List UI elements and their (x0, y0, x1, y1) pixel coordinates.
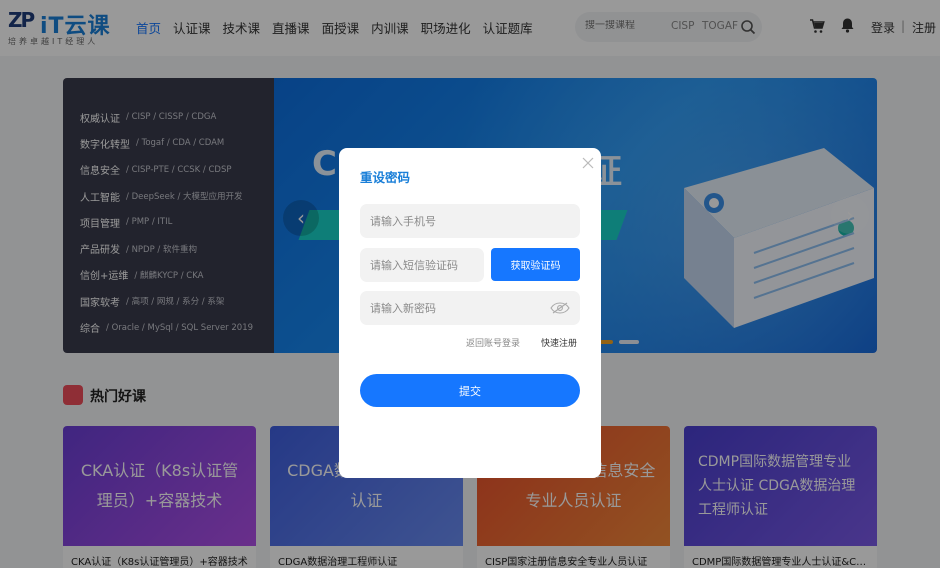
sms-code-input[interactable] (360, 248, 484, 282)
back-to-login-link[interactable]: 返回账号登录 (466, 336, 520, 349)
quick-register-link[interactable]: 快速注册 (541, 336, 577, 349)
reset-password-dialog: 重设密码 获取验证码 返回账号登录 快速注册 提交 (339, 148, 601, 478)
dialog-title: 重设密码 (360, 170, 411, 185)
close-icon[interactable] (581, 156, 595, 170)
phone-input[interactable] (360, 204, 580, 238)
eye-off-icon[interactable] (550, 302, 570, 314)
new-password-input[interactable] (360, 291, 580, 325)
get-code-button[interactable]: 获取验证码 (491, 248, 580, 281)
submit-button[interactable]: 提交 (360, 374, 580, 407)
